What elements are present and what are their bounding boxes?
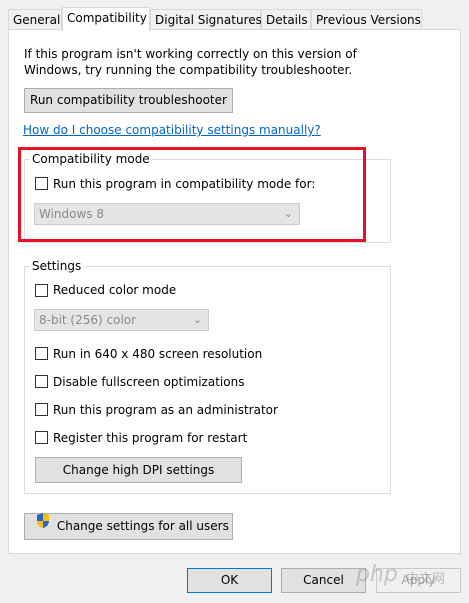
tab-general-label: General (13, 13, 61, 27)
tab-general[interactable]: General (8, 9, 62, 31)
ok-button[interactable]: OK (187, 568, 272, 593)
restart-checkbox[interactable] (35, 431, 48, 444)
tab-previous-versions[interactable]: Previous Versions (311, 9, 422, 31)
cancel-label: Cancel (303, 573, 344, 587)
color-depth-select[interactable]: 8-bit (256) color ⌄ (34, 309, 209, 331)
run-troubleshooter-label: Run compatibility troubleshooter (30, 93, 227, 107)
admin-label[interactable]: Run this program as an administrator (53, 403, 278, 417)
watermark-site: 中文网 (406, 572, 446, 587)
watermark-logo: php (356, 562, 398, 587)
tab-digital-signatures-label: Digital Signatures (155, 13, 262, 27)
admin-checkbox[interactable] (35, 403, 48, 416)
tab-compatibility-label: Compatibility (67, 11, 147, 25)
cancel-button[interactable]: Cancel (281, 568, 366, 593)
intro-line-2: Windows, try running the compatibility t… (24, 63, 353, 77)
color-depth-value: 8-bit (256) color (39, 313, 137, 327)
chevron-down-icon: ⌄ (192, 313, 202, 326)
change-all-users-button[interactable]: Change settings for all users (24, 513, 233, 540)
intro-line-1: If this program isn't working correctly … (24, 47, 357, 61)
res640-label[interactable]: Run in 640 x 480 screen resolution (53, 347, 262, 361)
fullscreen-label[interactable]: Disable fullscreen optimizations (53, 375, 244, 389)
help-link[interactable]: How do I choose compatibility settings m… (23, 123, 321, 137)
reduced-color-label[interactable]: Reduced color mode (53, 283, 176, 297)
highlight-rectangle (18, 147, 366, 242)
restart-label[interactable]: Register this program for restart (53, 431, 247, 445)
tab-details-label: Details (266, 13, 308, 27)
change-all-users-label: Change settings for all users (56, 519, 229, 533)
ok-label: OK (220, 573, 239, 587)
tab-digital-signatures[interactable]: Digital Signatures (150, 9, 262, 31)
shield-icon (35, 512, 51, 538)
change-dpi-label: Change high DPI settings (62, 463, 215, 477)
res640-checkbox[interactable] (35, 347, 48, 360)
fullscreen-checkbox[interactable] (35, 375, 48, 388)
tab-previous-versions-label: Previous Versions (316, 13, 421, 27)
tab-compatibility[interactable]: Compatibility (62, 7, 150, 31)
change-dpi-button[interactable]: Change high DPI settings (35, 457, 242, 483)
tab-details[interactable]: Details (261, 9, 311, 31)
settings-legend: Settings (30, 259, 84, 273)
run-troubleshooter-button[interactable]: Run compatibility troubleshooter (24, 88, 233, 113)
reduced-color-checkbox[interactable] (35, 284, 48, 297)
